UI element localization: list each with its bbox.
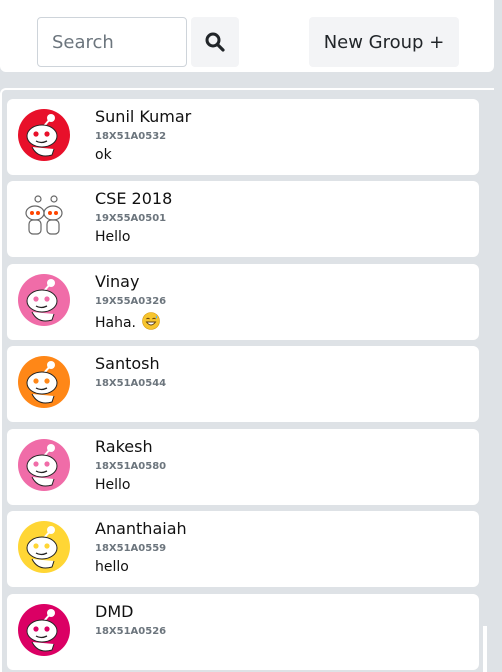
chat-last-message-text: hello [95,559,129,575]
scrollbar[interactable] [483,626,487,672]
grinning-sweat-emoji-icon [142,312,160,334]
avatar [18,521,70,573]
chat-last-message: Haha. [95,312,160,334]
chat-roll-number: 18X51A0526 [95,626,167,637]
search-icon [205,32,225,52]
search-button[interactable] [191,17,239,67]
chat-roll-number: 19X55A0326 [95,296,167,307]
avatar [18,604,70,656]
new-group-button[interactable]: New Group + [309,17,459,67]
search-input[interactable] [37,17,187,67]
avatar [18,439,70,491]
chat-list-item[interactable]: Ananthaiah 18X51A0559 hello [7,511,479,587]
chat-list-item[interactable]: DMD 18X51A0526 [7,594,479,670]
chat-name: Santosh [95,354,160,373]
chat-last-message-text: ok [95,147,112,163]
avatar [18,356,70,408]
avatar [18,274,70,326]
chat-last-message: Hello [95,477,131,493]
chat-list-item[interactable]: Santosh 18X51A0544 [7,346,479,422]
chat-last-message: Hello [95,229,131,245]
chat-roll-number: 18X51A0559 [95,543,167,554]
chat-name: Sunil Kumar [95,107,192,126]
chat-list-item[interactable]: Vinay 19X55A0326 Haha. [7,264,479,340]
chat-roll-number: 18X51A0580 [95,461,167,472]
chat-last-message-text: Hello [95,229,131,245]
chat-last-message-text: Hello [95,477,131,493]
avatar [18,109,70,161]
chat-list-item[interactable]: Sunil Kumar 18X51A0532 ok [7,99,479,175]
chat-roll-number: 18X51A0544 [95,378,167,389]
chat-name: CSE 2018 [95,189,173,208]
chat-list-item[interactable]: CSE 2018 19X55A0501 Hello [7,181,479,257]
chat-last-message: ok [95,147,112,163]
top-bar: New Group + [0,0,494,72]
group-avatar [18,191,70,243]
chat-last-message: hello [95,559,129,575]
chat-name: Ananthaiah [95,519,187,538]
chat-name: DMD [95,602,134,621]
chat-name: Rakesh [95,437,153,456]
chat-roll-number: 19X55A0501 [95,213,167,224]
chat-list-item[interactable]: Rakesh 18X51A0580 Hello [7,429,479,505]
chat-last-message-text: Haha. [95,315,137,331]
chat-roll-number: 18X51A0532 [95,131,167,142]
chat-name: Vinay [95,272,140,291]
